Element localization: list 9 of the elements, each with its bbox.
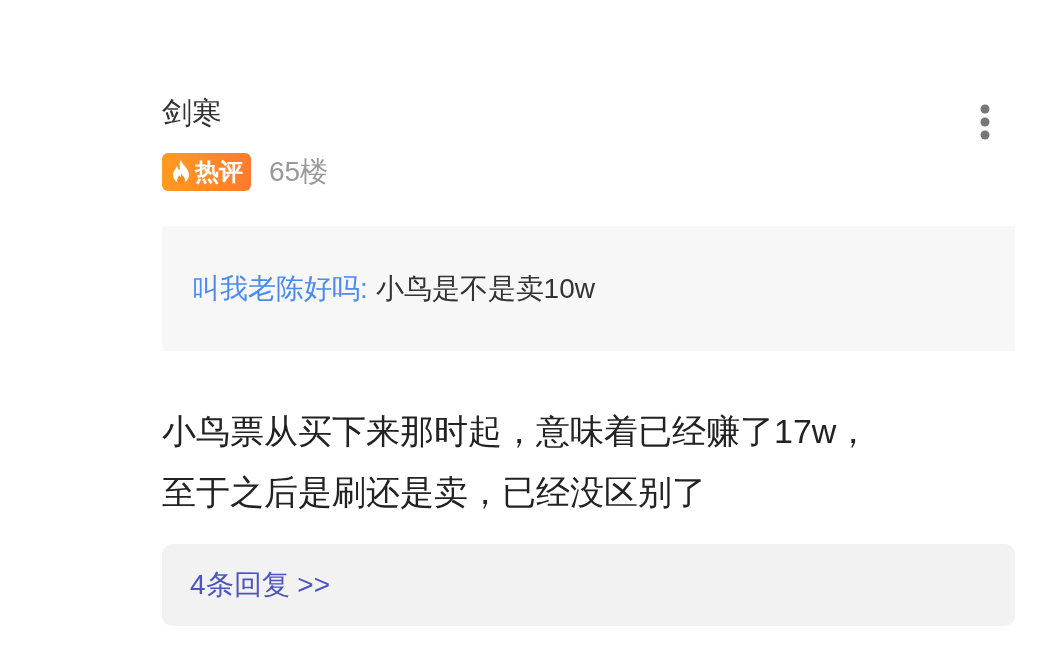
- replies-link[interactable]: 4条回复 >>: [162, 544, 1015, 626]
- hot-comment-badge: 热评: [162, 153, 251, 191]
- quote-text: 小鸟是不是卖10w: [374, 272, 595, 304]
- quote-author[interactable]: 叫我老陈好吗:: [192, 272, 368, 304]
- flame-icon: [170, 159, 192, 185]
- more-options-icon[interactable]: [979, 104, 991, 140]
- username: 剑寒: [162, 95, 222, 131]
- floor-number: 65楼: [269, 155, 329, 189]
- comment-text: 小鸟票从买下来那时起，意味着已经赚了17w，至于之后是刷还是卖，已经没区别了: [162, 411, 872, 513]
